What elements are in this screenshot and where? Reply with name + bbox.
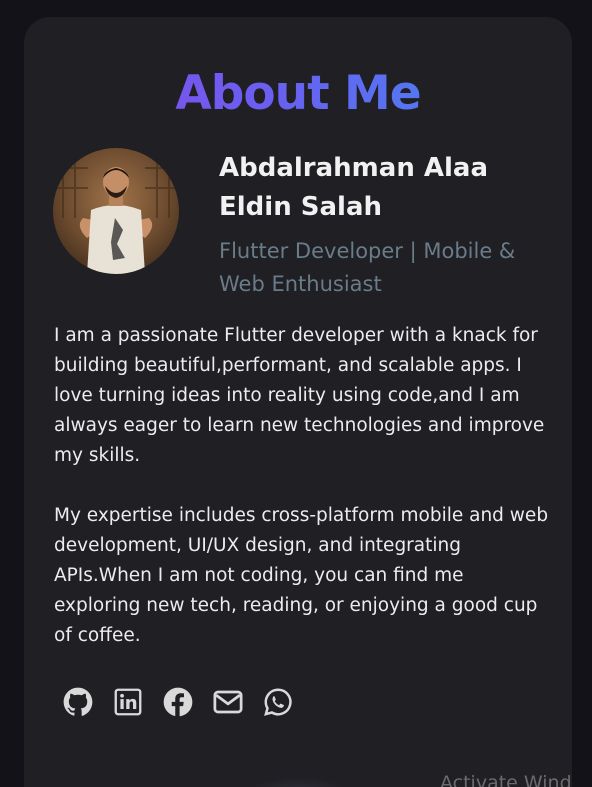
bio-paragraph: My expertise includes cross-platform mob… bbox=[54, 505, 549, 646]
social-links bbox=[62, 684, 294, 720]
whatsapp-icon bbox=[264, 688, 292, 716]
decorative-glow bbox=[244, 777, 354, 787]
bio-text: I am a passionate Flutter developer with… bbox=[54, 321, 552, 681]
email-link[interactable] bbox=[212, 684, 244, 720]
avatar bbox=[53, 148, 179, 274]
bio-paragraph: I am a passionate Flutter developer with… bbox=[54, 325, 545, 466]
envelope-icon bbox=[213, 690, 243, 714]
about-card: About Me Abdalrahman Alaa Eldin Salah Fl… bbox=[24, 17, 572, 787]
whatsapp-link[interactable] bbox=[262, 684, 294, 720]
github-icon bbox=[63, 687, 93, 716]
facebook-link[interactable] bbox=[162, 684, 194, 720]
section-title: About Me bbox=[24, 66, 572, 121]
github-link[interactable] bbox=[62, 684, 94, 720]
profile-photo bbox=[53, 148, 179, 274]
profile-name: Abdalrahman Alaa Eldin Salah bbox=[219, 153, 489, 222]
linkedin-link[interactable] bbox=[112, 684, 144, 720]
profile-role: Flutter Developer | Mobile & Web Enthusi… bbox=[219, 239, 516, 296]
facebook-icon bbox=[163, 687, 193, 717]
linkedin-icon bbox=[114, 688, 142, 716]
activation-watermark: Activate Wind bbox=[440, 772, 572, 787]
